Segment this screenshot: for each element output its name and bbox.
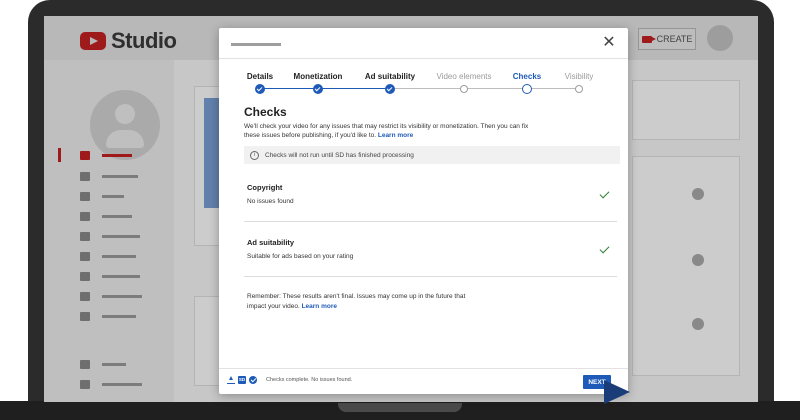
- dialog-footer: SD Checks complete. No issues found.: [227, 376, 352, 384]
- ad-suitability-check: Ad suitability Suitable for ads based on…: [247, 238, 617, 260]
- step-done-icon[interactable]: [255, 84, 265, 94]
- step-connector: [260, 88, 318, 89]
- step-done-icon[interactable]: [313, 84, 323, 94]
- copyright-title: Copyright: [247, 183, 283, 192]
- info-icon: i: [250, 150, 259, 160]
- tab-details[interactable]: Details: [247, 72, 273, 81]
- copyright-check: Copyright No issues found: [247, 183, 617, 205]
- tab-checks[interactable]: Checks: [513, 72, 541, 81]
- close-icon[interactable]: ✕: [602, 35, 616, 51]
- copyright-status: No issues found: [247, 198, 294, 205]
- dialog-title: [231, 43, 281, 46]
- tab-ad-suitability[interactable]: Ad suitability: [365, 72, 415, 81]
- reminder-text: Remember: These results aren't final. Is…: [247, 292, 477, 311]
- checks-complete-icon: [249, 376, 257, 384]
- divider: [219, 58, 628, 59]
- ad-suitability-status: Suitable for ads based on your rating: [247, 253, 354, 260]
- checks-description: We'll check your video for any issues th…: [244, 122, 534, 140]
- step-connector: [390, 88, 464, 89]
- page-title: Checks: [244, 105, 287, 119]
- divider: [219, 368, 628, 369]
- step-connector: [464, 88, 527, 89]
- upload-icon: [227, 376, 235, 384]
- reminder-body: Remember: These results aren't final. Is…: [247, 293, 466, 310]
- upload-dialog: ✕ Details Monetization Ad suitability Vi…: [219, 28, 628, 394]
- step-connector: [318, 88, 390, 89]
- pointer-arrow-icon: [604, 380, 630, 404]
- learn-more-link[interactable]: Learn more: [378, 132, 413, 139]
- step-pending-icon[interactable]: [460, 85, 468, 93]
- step-pending-icon[interactable]: [575, 85, 583, 93]
- laptop-notch: [338, 403, 462, 412]
- step-done-icon[interactable]: [385, 84, 395, 94]
- tab-video-elements[interactable]: Video elements: [437, 72, 492, 81]
- ad-suitability-title: Ad suitability: [247, 238, 295, 247]
- info-text: Checks will not run until SD has finishe…: [265, 151, 414, 159]
- footer-status: Checks complete. No issues found.: [266, 377, 353, 383]
- sd-icon: SD: [238, 376, 246, 384]
- divider: [244, 221, 617, 222]
- divider: [244, 276, 617, 277]
- tab-visibility[interactable]: Visibility: [565, 72, 594, 81]
- info-banner: i Checks will not run until SD has finis…: [244, 146, 620, 164]
- upload-stepper: Details Monetization Ad suitability Vide…: [219, 72, 628, 96]
- tab-monetization[interactable]: Monetization: [294, 72, 343, 81]
- step-current-icon[interactable]: [522, 84, 532, 94]
- reminder-learn-more-link[interactable]: Learn more: [302, 303, 337, 310]
- step-connector: [527, 88, 579, 89]
